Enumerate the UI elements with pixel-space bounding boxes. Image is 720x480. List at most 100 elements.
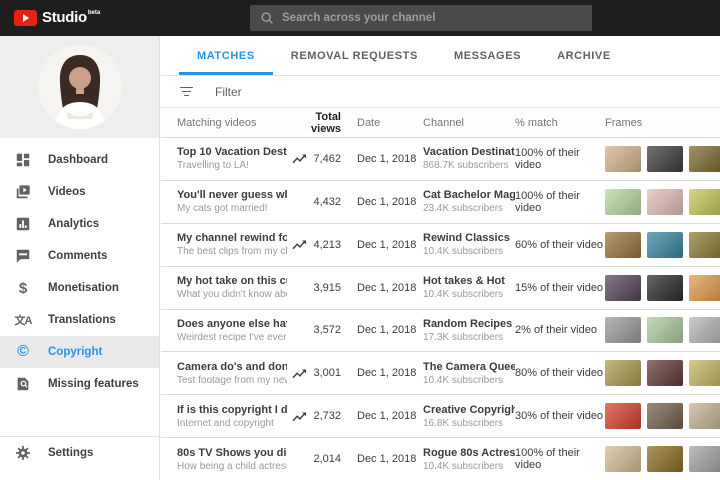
filter-bar: Filter (161, 76, 720, 108)
match-percent: 30% of their video (515, 410, 605, 422)
channel-name: Creative Copyright (423, 404, 515, 416)
header-frames[interactable]: Frames (605, 117, 720, 129)
channel-subscribers: 10.4K subscribers (423, 461, 515, 472)
sidebar-item-analytics[interactable]: Analytics (0, 208, 159, 240)
date-value: Dec 1, 2018 (357, 410, 423, 422)
table-row[interactable]: My hot take on this current socia… What … (161, 267, 720, 310)
header-match[interactable]: % match (515, 117, 605, 129)
comments-icon (14, 247, 32, 265)
table-row[interactable]: My channel rewind for the year The best … (161, 224, 720, 267)
sidebar-item-copyright[interactable]: © Copyright (0, 336, 159, 368)
date-value: Dec 1, 2018 (357, 282, 423, 294)
video-subtitle: Travelling to LA! (177, 160, 287, 171)
header-matching-videos[interactable]: Matching videos (161, 117, 287, 129)
table-row[interactable]: 80s TV Shows you didn't know w… How bein… (161, 438, 720, 480)
sidebar-item-label: Translations (48, 314, 116, 326)
table-row[interactable]: Does anyone else have these wei… Weirdes… (161, 310, 720, 353)
video-title: Camera do's and don'ts (177, 361, 287, 373)
frames-strip (605, 146, 720, 172)
trending-up-icon (292, 367, 307, 380)
total-views-value: 7,462 (311, 153, 341, 165)
frames-strip (605, 360, 720, 386)
search-placeholder: Search across your channel (282, 12, 435, 24)
channel-subscribers: 868.7K subscribers (423, 160, 515, 171)
frame-thumbnail (605, 232, 641, 258)
header-total-views[interactable]: Total views (287, 111, 341, 135)
video-title: Does anyone else have these wei… (177, 318, 287, 330)
trending-up-icon (292, 238, 307, 251)
table-row[interactable]: If is this copyright I don't want to … I… (161, 395, 720, 438)
date-value: Dec 1, 2018 (357, 153, 423, 165)
sidebar-item-translations[interactable]: 文A Translations (0, 304, 159, 336)
channel-name: Hot takes & Hot (423, 275, 515, 287)
frame-thumbnail (605, 189, 641, 215)
date-value: Dec 1, 2018 (357, 239, 423, 251)
tab-matches[interactable]: MATCHES (179, 36, 273, 75)
date-value: Dec 1, 2018 (357, 453, 423, 465)
frame-thumbnail (689, 146, 720, 172)
sidebar-item-label: Monetisation (48, 282, 119, 294)
frame-thumbnail (689, 317, 720, 343)
video-subtitle: Test footage from my new camera (177, 375, 287, 386)
frame-thumbnail (605, 275, 641, 301)
sidebar-item-monetisation[interactable]: $ Monetisation (0, 272, 159, 304)
channel-subscribers: 10.4K subscribers (423, 246, 515, 257)
sidebar-menu: Dashboard Videos Analytics (0, 138, 159, 400)
tab-removal-requests[interactable]: REMOVAL REQUESTS (273, 36, 436, 75)
avatar[interactable] (38, 45, 122, 129)
analytics-icon (14, 215, 32, 233)
total-views-value: 4,432 (311, 196, 341, 208)
filter-label[interactable]: Filter (215, 85, 242, 99)
logo-text: Studio (42, 8, 87, 28)
frames-strip (605, 275, 720, 301)
match-percent: 100% of their video (515, 447, 605, 471)
filter-icon[interactable] (179, 87, 193, 97)
sidebar-item-label: Settings (48, 447, 93, 459)
match-percent: 100% of their video (515, 147, 605, 171)
match-percent: 2% of their video (515, 324, 605, 336)
frame-thumbnail (605, 403, 641, 429)
copyright-icon: © (14, 343, 32, 361)
tab-bar: MATCHES REMOVAL REQUESTS MESSAGES ARCHIV… (161, 36, 720, 76)
sidebar-item-dashboard[interactable]: Dashboard (0, 144, 159, 176)
search-input[interactable]: Search across your channel (250, 5, 592, 31)
youtube-studio-logo[interactable]: Studio beta (14, 8, 100, 28)
table-row[interactable]: You'll never guess what happen… My cats … (161, 181, 720, 224)
monetisation-icon: $ (14, 279, 32, 297)
sidebar-item-missing-features[interactable]: Missing features (0, 368, 159, 400)
channel-name: Cat Bachelor Magazi… (423, 189, 515, 201)
channel-subscribers: 23.4K subscribers (423, 203, 515, 214)
sidebar-item-settings[interactable]: Settings (0, 437, 159, 469)
table-body: Top 10 Vacation Destinations Travelling … (161, 138, 720, 480)
match-percent: 80% of their video (515, 367, 605, 379)
table-header: Matching videos Total views Date Channel… (161, 108, 720, 138)
tab-messages[interactable]: MESSAGES (436, 36, 539, 75)
search-icon (260, 11, 274, 25)
header-channel[interactable]: Channel (423, 117, 515, 129)
total-views-value: 3,001 (311, 367, 341, 379)
sidebar-item-label: Analytics (48, 218, 99, 230)
table-row[interactable]: Camera do's and don'ts Test footage from… (161, 352, 720, 395)
video-subtitle: Weirdest recipe I've ever tried maki… (177, 332, 287, 343)
sidebar-item-videos[interactable]: Videos (0, 176, 159, 208)
channel-name: Rogue 80s Actress (423, 447, 515, 459)
sidebar-item-comments[interactable]: Comments (0, 240, 159, 272)
frames-strip (605, 189, 720, 215)
main-content: MATCHES REMOVAL REQUESTS MESSAGES ARCHIV… (161, 36, 720, 480)
logo-beta-badge: beta (88, 10, 100, 16)
match-percent: 15% of their video (515, 282, 605, 294)
total-views-value: 3,915 (311, 282, 341, 294)
frame-thumbnail (605, 146, 641, 172)
frame-thumbnail (689, 403, 720, 429)
frame-thumbnail (605, 446, 641, 472)
channel-name: Vacation Destinations (423, 146, 515, 158)
topbar: Studio beta Search across your channel (0, 0, 720, 36)
trending-up-icon (292, 410, 307, 423)
frame-thumbnail (647, 189, 683, 215)
video-title: 80s TV Shows you didn't know w… (177, 447, 287, 459)
date-value: Dec 1, 2018 (357, 196, 423, 208)
video-subtitle: Internet and copyright (177, 418, 287, 429)
header-date[interactable]: Date (357, 117, 423, 129)
table-row[interactable]: Top 10 Vacation Destinations Travelling … (161, 138, 720, 181)
tab-archive[interactable]: ARCHIVE (539, 36, 629, 75)
